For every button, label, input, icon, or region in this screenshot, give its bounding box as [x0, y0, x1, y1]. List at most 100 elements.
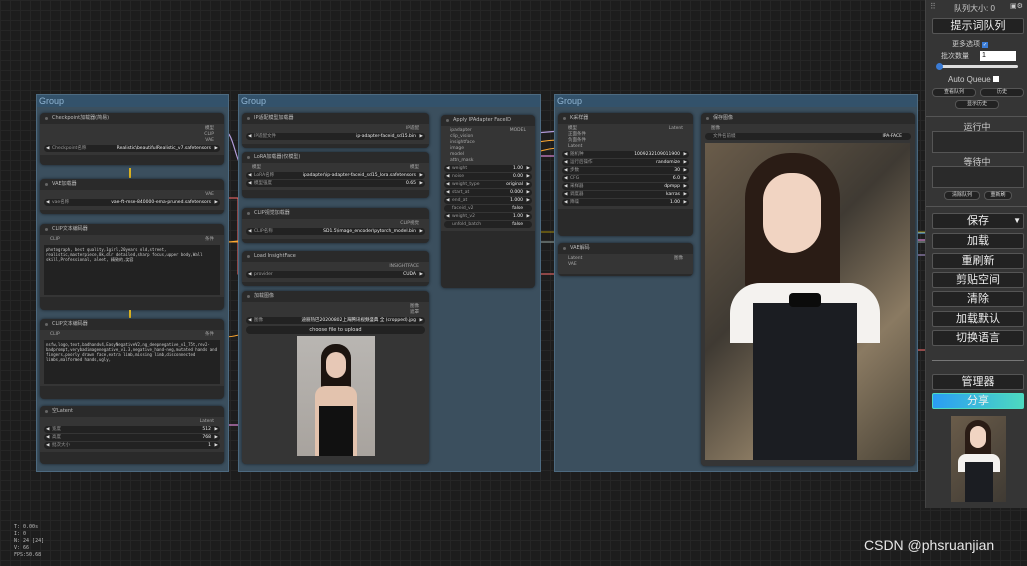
output-conditioning[interactable]: 条件 — [205, 332, 214, 338]
node-title: CLIP视觉加载器 — [242, 208, 429, 219]
input-attn-mask[interactable]: attn_mask — [450, 158, 473, 164]
refresh-queue-button[interactable]: 重新刷 — [984, 191, 1012, 200]
input-vae[interactable]: VAE — [568, 262, 577, 268]
denoise-stepper[interactable]: ◀ 降噪 1.00 ▶ — [562, 199, 689, 206]
node-load-insightface[interactable]: Load InsightFace INSIGHTFACE ◀ provider CU… — [242, 251, 429, 286]
output-ipadapter[interactable]: IP适配 — [406, 126, 419, 132]
prompt-textarea[interactable]: photograph, best quality,1girl,20years o… — [44, 245, 220, 295]
panel-icons[interactable]: ▣⚙ — [1010, 2, 1023, 10]
end-at-stepper[interactable]: ◀ end_at 1.000 ▶ — [444, 197, 532, 204]
checkpoint-select[interactable]: ◀ Checkpoint名称 Realistic\beautifulRealis… — [44, 145, 220, 152]
switch-language-button[interactable]: 切换语言 — [932, 330, 1024, 346]
save-menu-icon[interactable]: ▼ — [1013, 214, 1021, 228]
filename-prefix-input[interactable]: 文件名前缀 IPA-FACE — [705, 133, 911, 140]
slider-thumb[interactable] — [936, 63, 943, 70]
node-vae-loader[interactable]: VAE加载器 VAE ◀ vae名称 vae-ft-mse-840000-ema… — [40, 179, 224, 214]
noise-stepper[interactable]: ◀ noise 0.00 ▶ — [444, 173, 532, 180]
sampler-select[interactable]: ◀ 采样器 dpmpp ▶ — [562, 183, 689, 190]
arrow-left-icon[interactable]: ◀ — [46, 199, 49, 206]
node-clip-vision-loader[interactable]: CLIP视觉加载器 CLIP视觉 ◀ CLIP名称 SD1.5\image_enco… — [242, 208, 429, 243]
image-select[interactable]: ◀ 图像 迪丽热巴20200802上海腾讯视频盛典 全 (cropped).jpg ▶ — [246, 317, 425, 324]
batch-size-stepper[interactable]: ◀ 批次大小 1 ▶ — [44, 442, 220, 449]
steps-stepper[interactable]: ◀ 步数 30 ▶ — [562, 167, 689, 174]
height-stepper[interactable]: ◀ 高度 768 ▶ — [44, 434, 220, 441]
input-clip[interactable]: CLIP — [50, 332, 60, 338]
output-model[interactable]: 模型 — [410, 165, 419, 171]
share-button[interactable]: 分享 — [932, 393, 1024, 409]
view-history-button[interactable]: 历史 — [980, 88, 1024, 97]
save-button[interactable]: 保存 ▼ — [932, 213, 1024, 229]
clipspace-button[interactable]: 剪贴空间 — [932, 272, 1024, 288]
vae-select[interactable]: ◀ vae名称 vae-ft-mse-840000-ema-pruned.saf… — [44, 199, 220, 206]
arrow-left-icon[interactable]: ◀ — [46, 145, 49, 152]
extra-options-checkbox[interactable]: 更多选项 ✓ — [952, 39, 988, 49]
faceid-v2-toggle[interactable]: faceid_v2 false — [444, 205, 532, 212]
node-title: VAE加载器 — [40, 179, 224, 190]
view-queue-button[interactable]: 查看队列 — [932, 88, 976, 97]
output-vae[interactable]: VAE — [205, 138, 214, 144]
seed-stepper[interactable]: ◀ 随机种 1009232109011900 ▶ — [562, 151, 689, 158]
side-menu-panel[interactable]: ⠿ 队列大小: 0 ▣⚙ 提示词队列 更多选项 ✓ 批次数量 1 Auto Qu… — [925, 0, 1027, 508]
node-apply-ipadapter-faceid[interactable]: Apply IPAdapter FaceID ipadapter MODEL cl… — [441, 115, 535, 288]
node-clip-text-positive[interactable]: CLIP文本编码器 CLIP 条件 photograph, best quali… — [40, 224, 224, 310]
arrow-right-icon[interactable]: ▶ — [215, 199, 218, 206]
node-title: VAE解码 — [558, 243, 693, 254]
node-vae-decode[interactable]: VAE解码 Latent 图像 VAE — [558, 243, 693, 276]
output-mask[interactable]: 遮罩 — [410, 310, 419, 316]
node-empty-latent[interactable]: 空Latent Latent ◀ 宽度 512 ▶ ◀ 高度 768 ▶ ◀ 批次大小 1 ▶ — [40, 406, 224, 464]
node-title: 保存图像 — [701, 113, 915, 124]
upload-button[interactable]: choose file to upload — [246, 326, 425, 334]
weight-v2-stepper[interactable]: ◀ weight_v2 1.00 ▶ — [444, 213, 532, 220]
start-at-stepper[interactable]: ◀ start_at 0.000 ▶ — [444, 189, 532, 196]
node-ipadapter-loader[interactable]: IP适配模型加载器 IP适配 ◀ IP适配文件 ip-adapter-faceid_… — [242, 113, 429, 148]
node-title: Load InsightFace — [242, 251, 429, 262]
negative-prompt-textarea[interactable]: nsfw,logo,text,badhandv4,EasyNegativeV2,… — [44, 340, 220, 384]
arrow-right-icon[interactable]: ▶ — [215, 145, 218, 152]
load-default-button[interactable]: 加载默认 — [932, 311, 1024, 327]
output-clip-vision[interactable]: CLIP视觉 — [400, 221, 419, 227]
node-save-image[interactable]: 保存图像 图像 文件名前缀 IPA-FACE — [701, 113, 915, 466]
control-after-select[interactable]: ◀ 运行后操作 randomize ▶ — [562, 159, 689, 166]
drag-handle-icon[interactable]: ⠿ — [930, 2, 936, 11]
unfold-batch-toggle[interactable]: unfold_batch false — [444, 221, 532, 228]
node-title: CLIP文本编码器 — [40, 319, 224, 330]
width-stepper[interactable]: ◀ 宽度 512 ▶ — [44, 426, 220, 433]
show-history-button[interactable]: 显示历史 — [955, 100, 999, 109]
batch-count-input[interactable]: 1 — [980, 51, 1016, 61]
manager-button[interactable]: 管理器 — [932, 374, 1024, 390]
node-ksampler[interactable]: K采样器 模型 Latent 正面条件 负面条件 Latent ◀ 随机种 10092… — [558, 113, 693, 236]
node-lora-loader[interactable]: LoRA加载器(仅模型) 模型 模型 ◀ LoRA名称 ipadapter\ip-a… — [242, 152, 429, 198]
clear-button[interactable]: 清除 — [932, 291, 1024, 307]
node-clip-text-negative[interactable]: CLIP文本编码器 CLIP 条件 nsfw,logo,text,badhand… — [40, 319, 224, 399]
output-vae[interactable]: VAE — [205, 192, 214, 198]
input-model[interactable]: 模型 — [252, 165, 261, 171]
input-image[interactable]: 图像 — [711, 126, 720, 132]
scheduler-select[interactable]: ◀ 调度器 karras ▶ — [562, 191, 689, 198]
input-latent[interactable]: Latent — [568, 144, 582, 150]
ipadapter-file-select[interactable]: ◀ IP适配文件 ip-adapter-faceid_sd15.bin ▶ — [246, 133, 425, 140]
output-latent[interactable]: Latent — [200, 419, 214, 425]
provider-select[interactable]: ◀ provider CUDA ▶ — [246, 271, 425, 278]
node-load-image[interactable]: 加载图像 图像 遮罩 ◀ 图像 迪丽热巴20200802上海腾讯视频盛典 全 (cr… — [242, 291, 429, 464]
share-thumbnail[interactable] — [951, 416, 1006, 502]
batch-slider[interactable] — [936, 63, 1018, 70]
running-list — [932, 131, 1024, 153]
node-checkpoint-loader[interactable]: Checkpoint加载器(简易) 模型 CLIP VAE ◀ Checkpoi… — [40, 113, 224, 165]
output-insightface[interactable]: INSIGHTFACE — [389, 264, 419, 270]
refresh-button[interactable]: 重刷新 — [932, 253, 1024, 269]
input-clip[interactable]: CLIP — [50, 237, 60, 243]
group-title: Group — [239, 95, 540, 107]
node-title: IP适配模型加载器 — [242, 113, 429, 124]
lora-name-select[interactable]: ◀ LoRA名称 ipadapter\ip-adapter-faceid_sd15_… — [246, 172, 425, 179]
cfg-stepper[interactable]: ◀ CFG 6.0 ▶ — [562, 175, 689, 182]
auto-queue-checkbox[interactable]: Auto Queue — [948, 75, 999, 84]
weight-type-select[interactable]: ◀ weight_type original ▶ — [444, 181, 532, 188]
load-button[interactable]: 加载 — [932, 233, 1024, 249]
clip-vision-select[interactable]: ◀ CLIP名称 SD1.5\image_encoder\pytorch_model… — [246, 228, 425, 235]
clear-queue-button[interactable]: 清除队列 — [944, 191, 980, 200]
node-title: Checkpoint加载器(简易) — [40, 113, 224, 124]
weight-stepper[interactable]: ◀ weight 1.00 ▶ — [444, 165, 532, 172]
lora-strength-stepper[interactable]: ◀ 模型强度 0.65 ▶ — [246, 180, 425, 187]
queue-prompt-button[interactable]: 提示词队列 — [932, 18, 1024, 34]
output-conditioning[interactable]: 条件 — [205, 237, 214, 243]
